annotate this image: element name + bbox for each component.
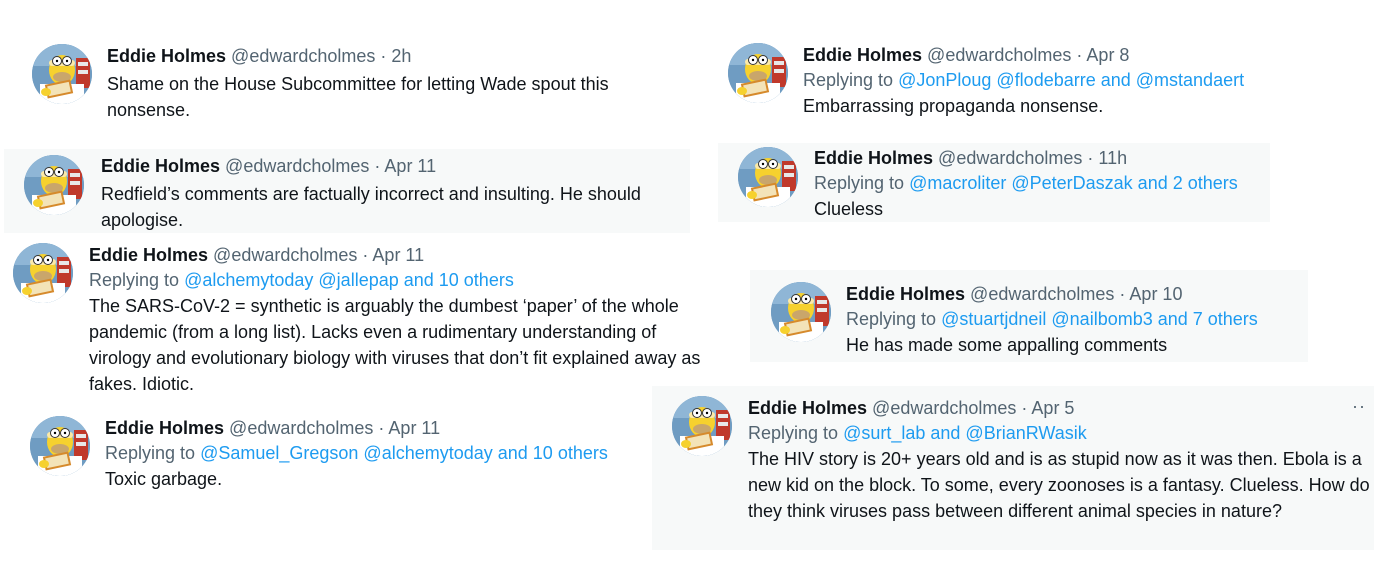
reply-mentions-link[interactable]: @surt_lab and @BrianRWasik <box>843 423 1087 443</box>
author-name[interactable]: Eddie Holmes <box>803 45 922 65</box>
tweet-card[interactable]: Eddie Holmes @edwardcholmes · Apr 11 Red… <box>4 149 690 233</box>
separator-dot: · <box>362 245 369 265</box>
reply-prefix: Replying to <box>105 443 196 463</box>
author-handle[interactable]: @edwardcholmes <box>938 148 1082 168</box>
author-handle[interactable]: @edwardcholmes <box>927 45 1071 65</box>
reply-context: Replying to @JonPloug @flodebarre and @m… <box>803 67 1278 93</box>
avatar[interactable] <box>30 416 90 476</box>
tweet-text: Redfield’s comments are factually incorr… <box>101 184 641 230</box>
separator-dot: · <box>1021 398 1028 418</box>
avatar[interactable] <box>672 396 732 456</box>
reply-context: Replying to @alchemytoday @jallepap and … <box>89 267 721 293</box>
timestamp[interactable]: 11h <box>1098 148 1127 168</box>
tweet-card[interactable]: Eddie Holmes @edwardcholmes · Apr 5 Repl… <box>652 386 1374 550</box>
tweet-header: Eddie Holmes @edwardcholmes · Apr 11 <box>105 416 695 440</box>
tweet-header: Eddie Holmes @edwardcholmes · Apr 11 <box>101 154 686 178</box>
author-handle[interactable]: @edwardcholmes <box>229 418 373 438</box>
tweet-header: Eddie Holmes @edwardcholmes · Apr 10 <box>846 282 1304 306</box>
tweet-text: Clueless <box>814 199 884 219</box>
tweet-card[interactable]: Eddie Holmes @edwardcholmes · 2h Shame o… <box>0 30 700 140</box>
reply-prefix: Replying to <box>814 173 905 193</box>
tweet-card[interactable]: Eddie Holmes @edwardcholmes · 11h Replyi… <box>718 143 1270 222</box>
author-handle[interactable]: @edwardcholmes <box>970 284 1114 304</box>
tweet-text: The SARS-CoV-2 = synthetic is arguably t… <box>89 296 701 394</box>
tweet-card[interactable]: Eddie Holmes @edwardcholmes · Apr 8 Repl… <box>728 32 1280 126</box>
tweet-card[interactable]: Eddie Holmes @edwardcholmes · Apr 11 Rep… <box>0 238 725 403</box>
separator-dot: · <box>1119 284 1126 304</box>
reply-prefix: Replying to <box>846 309 937 329</box>
more-options-icon[interactable]: ·· <box>1352 396 1366 417</box>
author-name[interactable]: Eddie Holmes <box>105 418 224 438</box>
author-name[interactable]: Eddie Holmes <box>89 245 208 265</box>
tweet-card[interactable]: Eddie Holmes @edwardcholmes · Apr 10 Rep… <box>750 270 1308 362</box>
reply-mentions-link[interactable]: @alchemytoday @jallepap and 10 others <box>184 270 514 290</box>
reply-prefix: Replying to <box>803 70 894 90</box>
author-handle[interactable]: @edwardcholmes <box>231 46 375 66</box>
separator-dot: · <box>374 156 381 176</box>
reply-context: Replying to @stuartjdneil @nailbomb3 and… <box>846 306 1304 332</box>
reply-context: Replying to @surt_lab and @BrianRWasik <box>748 420 1370 446</box>
tweet-text: The HIV story is 20+ years old and is as… <box>748 449 1370 521</box>
separator-dot: · <box>378 418 385 438</box>
timestamp[interactable]: Apr 5 <box>1031 398 1074 418</box>
avatar[interactable] <box>32 44 92 104</box>
avatar[interactable] <box>771 282 831 342</box>
reply-mentions-link[interactable]: @JonPloug @flodebarre and @mstandaert <box>898 70 1244 90</box>
reply-prefix: Replying to <box>748 423 839 443</box>
author-handle[interactable]: @edwardcholmes <box>872 398 1016 418</box>
author-name[interactable]: Eddie Holmes <box>101 156 220 176</box>
author-name[interactable]: Eddie Holmes <box>107 46 226 66</box>
tweet-text: Embarrassing propaganda nonsense. <box>803 96 1104 116</box>
reply-mentions-link[interactable]: @stuartjdneil @nailbomb3 and 7 others <box>941 309 1258 329</box>
reply-context: Replying to @macroliter @PeterDaszak and… <box>814 170 1266 196</box>
tweet-header: Eddie Holmes @edwardcholmes · Apr 11 <box>89 243 721 267</box>
timestamp[interactable]: Apr 8 <box>1086 45 1129 65</box>
timestamp[interactable]: Apr 11 <box>388 418 440 438</box>
reply-mentions-link[interactable]: @macroliter @PeterDaszak and 2 others <box>909 173 1238 193</box>
separator-dot: · <box>1087 148 1094 168</box>
separator-dot: · <box>1076 45 1083 65</box>
author-handle[interactable]: @edwardcholmes <box>225 156 369 176</box>
timestamp[interactable]: Apr 11 <box>372 245 424 265</box>
timestamp[interactable]: 2h <box>391 46 411 66</box>
avatar[interactable] <box>24 155 84 215</box>
tweet-text: Shame on the House Subcommittee for lett… <box>107 74 609 120</box>
timestamp[interactable]: Apr 11 <box>384 156 436 176</box>
author-name[interactable]: Eddie Holmes <box>846 284 965 304</box>
reply-context: Replying to @Samuel_Gregson @alchemytoda… <box>105 440 695 466</box>
tweet-header: Eddie Holmes @edwardcholmes · Apr 8 <box>803 43 1278 67</box>
tweet-text: He has made some appalling comments <box>846 335 1168 355</box>
reply-prefix: Replying to <box>89 270 180 290</box>
author-handle[interactable]: @edwardcholmes <box>213 245 357 265</box>
reply-mentions-link[interactable]: @Samuel_Gregson @alchemytoday and 10 oth… <box>200 443 608 463</box>
separator-dot: · <box>380 46 387 66</box>
tweet-header: Eddie Holmes @edwardcholmes · 11h <box>814 146 1266 170</box>
avatar[interactable] <box>13 243 73 303</box>
tweet-header: Eddie Holmes @edwardcholmes · 2h <box>107 44 687 68</box>
tweet-text: Toxic garbage. <box>105 469 223 489</box>
avatar[interactable] <box>738 147 798 207</box>
timestamp[interactable]: Apr 10 <box>1129 284 1182 304</box>
tweet-header: Eddie Holmes @edwardcholmes · Apr 5 <box>748 396 1370 420</box>
author-name[interactable]: Eddie Holmes <box>814 148 933 168</box>
author-name[interactable]: Eddie Holmes <box>748 398 867 418</box>
tweet-card[interactable]: Eddie Holmes @edwardcholmes · Apr 11 Rep… <box>0 405 700 500</box>
avatar[interactable] <box>728 43 788 103</box>
